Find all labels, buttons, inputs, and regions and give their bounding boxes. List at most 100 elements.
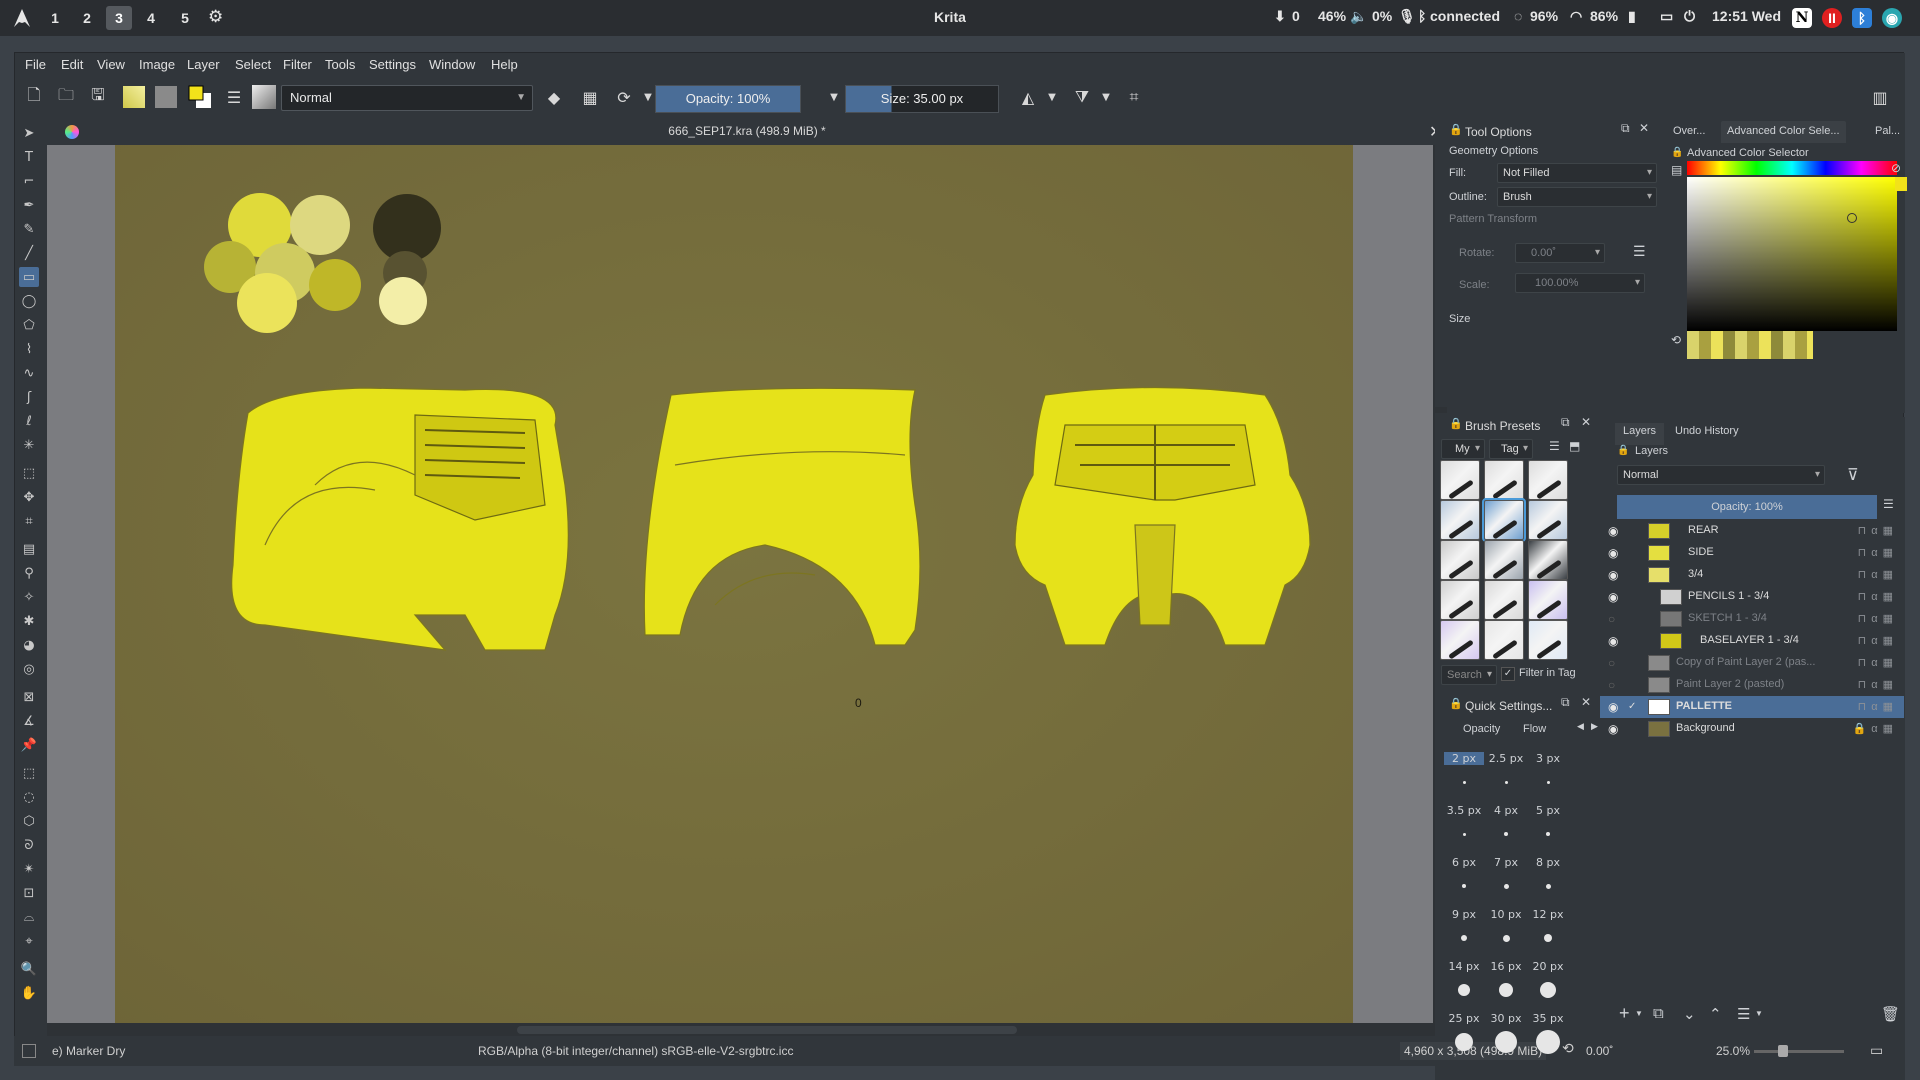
tab-scroll-right-icon[interactable]: ▶ <box>1591 721 1598 732</box>
new-document-icon[interactable]: 🗋 <box>21 84 47 110</box>
menu-select[interactable]: Select <box>235 57 271 72</box>
record-pause-icon[interactable]: II <box>1822 8 1842 28</box>
rotation-reset-icon[interactable]: ⟲ <box>1562 1040 1574 1057</box>
outline-select[interactable]: Brush <box>1497 187 1657 207</box>
text-tool-icon[interactable]: T <box>19 147 39 167</box>
eye-icon[interactable]: ◉ <box>1608 546 1622 560</box>
layer-lock-alpha-icons[interactable]: ⊓α▦ <box>1858 700 1898 713</box>
quick-size-label[interactable]: 2.5 px <box>1486 752 1526 765</box>
app-tray-icon[interactable]: ◉ <box>1882 8 1902 28</box>
refresh-icon[interactable]: ⟲ <box>1671 333 1681 347</box>
quick-size-dot[interactable] <box>1458 984 1470 996</box>
menu-tools[interactable]: Tools <box>325 57 355 72</box>
layer-lock-alpha-icons[interactable]: ⊓α▦ <box>1858 568 1898 581</box>
quick-size-dot[interactable] <box>1545 883 1551 889</box>
lock-icon[interactable]: 🔒 <box>1449 417 1463 430</box>
measure-tool-icon[interactable]: ∡ <box>19 711 39 731</box>
eye-icon[interactable]: ◉ <box>1608 524 1622 538</box>
eraser-icon[interactable]: ◆ <box>541 84 567 110</box>
color-picker-handle[interactable] <box>1847 213 1857 223</box>
similar-select-tool-icon[interactable]: ⊡ <box>19 883 39 903</box>
layer-opacity-slider[interactable]: Opacity: 100% <box>1617 495 1877 519</box>
zoom-tool-icon[interactable]: 🔍 <box>19 959 39 979</box>
layer-menu-icon[interactable]: ☰ <box>1883 497 1894 511</box>
zoom-slider[interactable] <box>1754 1045 1844 1057</box>
gradient-swatch-icon[interactable] <box>121 84 147 110</box>
wifi-icon[interactable]: ◠ <box>1570 8 1582 25</box>
menu-window[interactable]: Window <box>429 57 475 72</box>
filter-in-tag-checkbox[interactable]: ✓ <box>1501 667 1515 681</box>
tab-layers[interactable]: Layers <box>1615 423 1665 445</box>
menu-image[interactable]: Image <box>139 57 175 72</box>
quick-size-label[interactable]: 6 px <box>1444 856 1484 869</box>
menu-view[interactable]: View <box>97 57 125 72</box>
quick-size-label[interactable]: 2 px <box>1444 752 1484 765</box>
gear-icon[interactable]: ⚙ <box>208 7 223 27</box>
transform-tool-icon[interactable]: ⬚ <box>19 463 39 483</box>
add-layer-dropdown-icon[interactable]: ▼ <box>1635 1009 1643 1018</box>
polygon-tool-icon[interactable]: ⬠ <box>19 315 39 335</box>
brush-preset-tile[interactable] <box>1528 540 1568 580</box>
layer-blend-mode-select[interactable]: Normal <box>1617 465 1825 485</box>
brush-preset-tile[interactable] <box>1440 540 1480 580</box>
hue-slider[interactable] <box>1687 161 1897 175</box>
workspace-1[interactable]: 1 <box>42 6 68 30</box>
quick-size-label[interactable]: 9 px <box>1444 908 1484 921</box>
reference-images-tool-icon[interactable]: 📌 <box>19 735 39 755</box>
layer-lock-alpha-icons[interactable]: ⊓α▦ <box>1858 656 1898 669</box>
eye-icon[interactable]: ◉ <box>1608 634 1622 648</box>
updates-icon[interactable]: ⬇ <box>1274 8 1286 25</box>
layer-checkbox[interactable] <box>1628 613 1640 625</box>
smart-patch-tool-icon[interactable]: ✱ <box>19 611 39 631</box>
pan-tool-icon[interactable]: ✋ <box>19 983 39 1003</box>
calligraphy-tool-icon[interactable]: ✒ <box>19 195 39 215</box>
tab-palette[interactable]: Pal... <box>1875 125 1900 137</box>
quick-size-label[interactable]: 20 px <box>1528 960 1568 973</box>
add-layer-icon[interactable]: + <box>1619 1003 1630 1024</box>
quick-size-label[interactable]: 5 px <box>1528 804 1568 817</box>
layer-lock-alpha-icons[interactable]: ⊓α▦ <box>1858 612 1898 625</box>
clock[interactable]: 12:51 Wed <box>1712 8 1781 24</box>
layer-row[interactable]: ◉ BASELAYER 1 - 3/4 ⊓α▦ <box>1600 630 1904 652</box>
menu-file[interactable]: File <box>25 57 46 72</box>
move-layer-down-icon[interactable]: ⌄ <box>1683 1005 1696 1023</box>
brush-preset-tile[interactable] <box>1528 580 1568 620</box>
layer-row[interactable]: ○ Paint Layer 2 (pasted) ⊓α▦ <box>1600 674 1904 696</box>
float-docker-icon[interactable]: ⧉ <box>1621 121 1630 136</box>
brush-settings-icon[interactable]: ☰ <box>221 84 247 110</box>
layer-checkbox[interactable] <box>1628 723 1640 735</box>
document-tab[interactable]: 666_SEP17.kra (498.9 MiB) * ✕ <box>47 119 1447 145</box>
quick-size-dot[interactable] <box>1495 1031 1517 1053</box>
drawing-canvas[interactable]: 0 <box>115 145 1353 1023</box>
menu-settings[interactable]: Settings <box>369 57 416 72</box>
brush-preset-tile[interactable] <box>1528 620 1568 660</box>
lock-icon[interactable]: 🔒 <box>1617 445 1629 456</box>
quick-size-label[interactable]: 8 px <box>1528 856 1568 869</box>
float-docker-icon[interactable]: ⧉ <box>1561 415 1570 430</box>
brush-preset-tile[interactable] <box>1528 500 1568 540</box>
layer-row[interactable]: ◉ 3/4 ⊓α▦ <box>1600 564 1904 586</box>
layer-properties-dropdown-icon[interactable]: ▼ <box>1755 1009 1763 1018</box>
layer-checkbox[interactable]: ✓ <box>1628 701 1640 713</box>
layer-lock-alpha-icons[interactable]: ⊓α▦ <box>1858 678 1898 691</box>
layer-checkbox[interactable] <box>1628 679 1640 691</box>
workspace-3[interactable]: 3 <box>106 6 132 30</box>
lock-icon[interactable]: 🔒 <box>1449 697 1463 710</box>
brush-preset-thumbnail[interactable] <box>251 84 277 110</box>
canvas-only-icon[interactable]: ▭ <box>1870 1042 1883 1059</box>
notion-icon[interactable]: N <box>1792 8 1812 28</box>
quick-size-label[interactable]: 10 px <box>1486 908 1526 921</box>
enclose-fill-tool-icon[interactable]: ◎ <box>19 659 39 679</box>
volume-icon[interactable]: 🔈 <box>1350 8 1367 25</box>
layer-lock-alpha-icons[interactable]: ⊓α▦ <box>1858 634 1898 647</box>
quick-size-label[interactable]: 16 px <box>1486 960 1526 973</box>
quick-size-dot[interactable] <box>1462 780 1466 784</box>
tag-select[interactable]: Tag <box>1489 439 1533 459</box>
layer-row[interactable]: ◉ ✓ PALLETTE ⊓α▦ <box>1600 696 1904 718</box>
power-icon[interactable]: ⏻ <box>1684 8 1695 25</box>
quick-size-label[interactable]: 25 px <box>1444 1012 1484 1025</box>
polyline-tool-icon[interactable]: ⌇ <box>19 339 39 359</box>
layer-checkbox[interactable] <box>1628 525 1640 537</box>
zoom-value[interactable]: 25.0% <box>1716 1044 1750 1058</box>
workspace-5[interactable]: 5 <box>172 6 198 30</box>
